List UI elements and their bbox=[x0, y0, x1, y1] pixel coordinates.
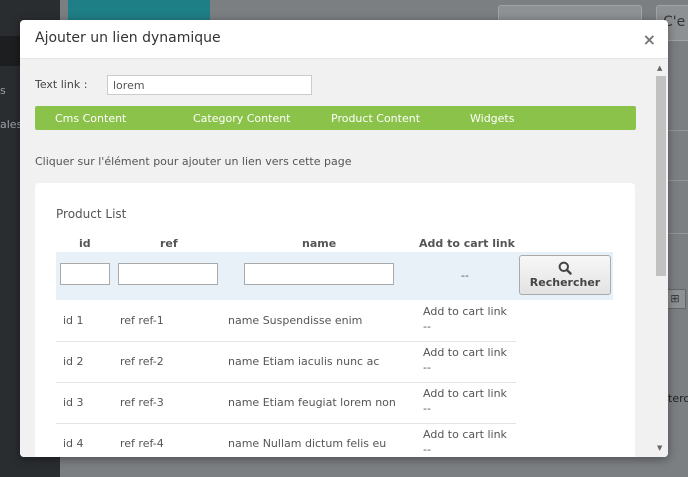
table-row[interactable]: id 3 ref ref-3 name Etiam feugiat lorem … bbox=[56, 382, 516, 424]
scroll-down-arrow-icon[interactable]: ▼ bbox=[657, 444, 662, 452]
add-to-cart-link[interactable]: Add to cart link -- bbox=[423, 386, 507, 416]
modal-body[interactable]: Text link : Cms Content Category Content… bbox=[20, 59, 668, 457]
table-row[interactable]: id 2 ref ref-2 name Etiam iaculis nunc a… bbox=[56, 341, 516, 383]
tab-category-content[interactable]: Category Content bbox=[193, 112, 291, 125]
magnifier-icon bbox=[558, 261, 572, 275]
modal-scrollbar[interactable]: ▲ ▼ bbox=[654, 59, 668, 457]
text-link-label: Text link : bbox=[35, 78, 88, 91]
cell-id: id 3 bbox=[63, 396, 84, 409]
content-type-tabs: Cms Content Category Content Product Con… bbox=[35, 106, 636, 130]
add-to-cart-link[interactable]: Add to cart link -- bbox=[423, 427, 507, 457]
add-to-cart-link-sub: -- bbox=[423, 320, 431, 333]
table-row[interactable]: id 1 ref ref-1 name Suspendisse enim Add… bbox=[56, 300, 516, 342]
cell-id: id 1 bbox=[63, 314, 84, 327]
background-sidebar-text: ales bbox=[0, 118, 23, 131]
filter-id-input[interactable] bbox=[60, 263, 110, 285]
add-to-cart-link-label: Add to cart link bbox=[423, 346, 507, 359]
search-button[interactable]: Rechercher bbox=[519, 255, 611, 295]
modal-title: Ajouter un lien dynamique bbox=[35, 30, 221, 46]
add-to-cart-link-sub: -- bbox=[423, 443, 431, 456]
cell-ref: ref ref-4 bbox=[120, 437, 164, 450]
cell-ref: ref ref-1 bbox=[120, 314, 164, 327]
column-header-add-to-cart: Add to cart link bbox=[419, 237, 515, 250]
add-to-cart-link-label: Add to cart link bbox=[423, 387, 507, 400]
add-to-cart-link-sub: -- bbox=[423, 361, 431, 374]
scrollbar-thumb[interactable] bbox=[656, 76, 666, 276]
cell-ref: ref ref-2 bbox=[120, 355, 164, 368]
add-to-cart-link-label: Add to cart link bbox=[423, 428, 507, 441]
filter-row: -- Rechercher bbox=[56, 252, 613, 300]
cell-name: name Nullam dictum felis eu bbox=[228, 437, 387, 450]
background-header-bar bbox=[68, 0, 210, 22]
search-button-label: Rechercher bbox=[529, 276, 601, 289]
add-to-cart-link[interactable]: Add to cart link -- bbox=[423, 304, 507, 334]
filter-name-input[interactable] bbox=[244, 263, 394, 285]
cell-name: name Etiam feugiat lorem non bbox=[228, 396, 396, 409]
cell-name: name Etiam iaculis nunc ac bbox=[228, 355, 380, 368]
tab-cms-content[interactable]: Cms Content bbox=[55, 112, 126, 125]
table-row[interactable]: id 4 ref ref-4 name Nullam dictum felis … bbox=[56, 423, 516, 457]
tab-widgets[interactable]: Widgets bbox=[470, 112, 514, 125]
add-to-cart-link-sub: -- bbox=[423, 402, 431, 415]
cell-name: name Suspendisse enim bbox=[228, 314, 363, 327]
cell-ref: ref ref-3 bbox=[120, 396, 164, 409]
background-sidebar-text: s bbox=[0, 84, 6, 97]
dynamic-link-modal: Ajouter un lien dynamique × Text link : … bbox=[20, 20, 668, 457]
column-header-ref: ref bbox=[160, 237, 178, 250]
help-text: Cliquer sur l'élément pour ajouter un li… bbox=[35, 155, 352, 168]
background-text: terc bbox=[668, 392, 688, 405]
scroll-up-arrow-icon[interactable]: ▲ bbox=[657, 64, 662, 72]
cell-id: id 4 bbox=[63, 437, 84, 450]
product-list-panel: Product List id ref name Add to cart lin… bbox=[35, 183, 635, 457]
column-header-id: id bbox=[79, 237, 91, 250]
column-header-name: name bbox=[302, 237, 337, 250]
filter-ref-input[interactable] bbox=[118, 263, 218, 285]
close-icon[interactable]: × bbox=[643, 30, 656, 49]
filter-cart-placeholder: -- bbox=[461, 269, 469, 282]
tab-product-content[interactable]: Product Content bbox=[331, 112, 420, 125]
add-to-cart-link-label: Add to cart link bbox=[423, 305, 507, 318]
panel-title: Product List bbox=[56, 207, 127, 221]
cell-id: id 2 bbox=[63, 355, 84, 368]
add-to-cart-link[interactable]: Add to cart link -- bbox=[423, 345, 507, 375]
text-link-input[interactable] bbox=[107, 75, 312, 95]
modal-header: Ajouter un lien dynamique × bbox=[20, 20, 668, 59]
